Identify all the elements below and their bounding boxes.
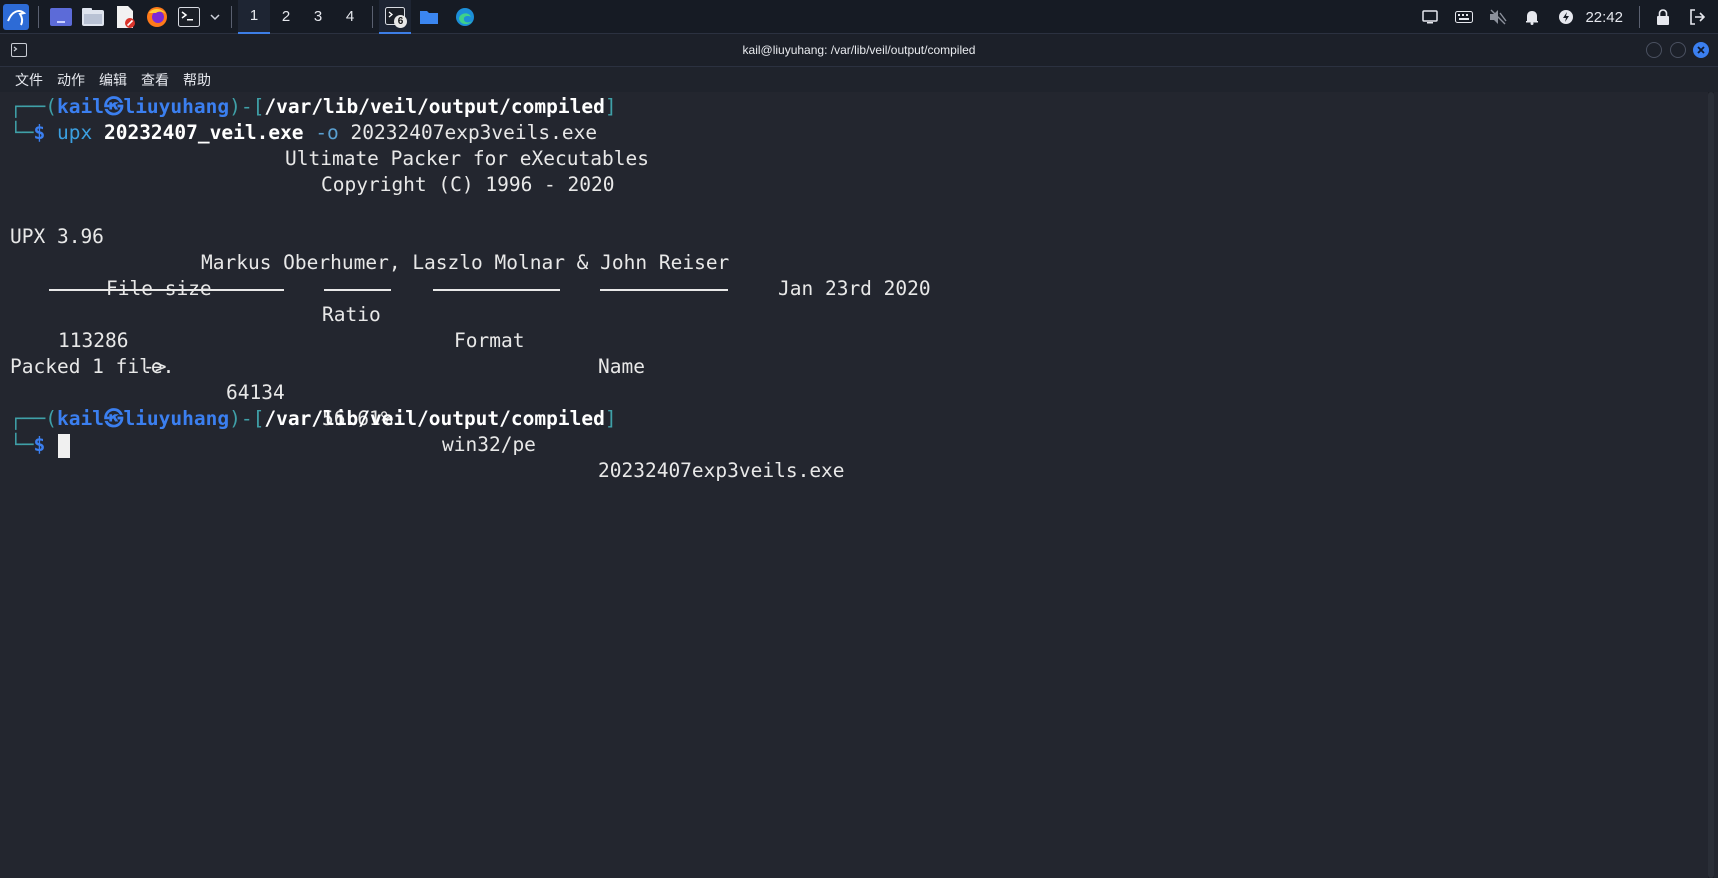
menu-edit[interactable]: 编辑 xyxy=(99,70,127,90)
command-name: upx xyxy=(56,121,93,144)
taskbar-separator xyxy=(38,5,39,28)
prompt-decoration: ┌──( xyxy=(10,95,57,118)
prompt-at-symbol: ㉿ xyxy=(103,407,124,430)
table-header-row: File size Ratio Format Name xyxy=(10,250,1710,378)
notifications-bell-icon[interactable] xyxy=(1515,0,1549,34)
clock[interactable]: 22:42 xyxy=(1585,9,1623,26)
workspace-4[interactable]: 4 xyxy=(334,0,366,34)
table-header-underline xyxy=(600,289,728,291)
command-line: └─$ upx 20232407_veil.exe -o 20232407exp… xyxy=(10,120,597,146)
logout-icon[interactable] xyxy=(1680,0,1714,34)
task-terminal[interactable]: 6 xyxy=(379,0,411,34)
taskbar-separator xyxy=(1639,6,1640,28)
prompt-corner: └─ xyxy=(10,121,34,144)
command-option: -o xyxy=(315,121,339,144)
prompt-path: /var/lib/veil/output/compiled xyxy=(264,95,605,118)
table-header-underline xyxy=(433,289,560,291)
menu-bar: 文件 动作 编辑 查看 帮助 xyxy=(0,67,1718,92)
table-header-underline xyxy=(324,289,391,291)
power-manager-icon[interactable] xyxy=(1549,0,1583,34)
terminal-launcher-icon[interactable] xyxy=(176,0,202,34)
prompt-decoration: )-[ xyxy=(229,407,265,430)
taskbar-separator xyxy=(231,5,232,28)
close-button[interactable] xyxy=(1693,42,1709,58)
menu-file[interactable]: 文件 xyxy=(15,70,43,90)
taskbar: 1 2 3 4 6 22:42 xyxy=(0,0,1718,34)
menu-actions[interactable]: 动作 xyxy=(57,70,85,90)
display-icon[interactable] xyxy=(1413,0,1447,34)
menu-view[interactable]: 查看 xyxy=(141,70,169,90)
result-message: Packed 1 file. xyxy=(10,355,175,378)
close-icon xyxy=(1697,46,1705,54)
system-tray: 22:42 xyxy=(1413,0,1718,34)
prompt-at-symbol: ㉿ xyxy=(103,95,124,118)
prompt-line: ┌──(kail㉿liuyuhang)-[/var/lib/veil/outpu… xyxy=(10,406,617,432)
prompt-decoration: ] xyxy=(604,407,617,430)
command-input-file: 20232407_veil.exe xyxy=(103,121,304,144)
command-output-file: 20232407exp3veils.exe xyxy=(350,121,598,144)
table-header-format: Format xyxy=(454,329,525,352)
text-cursor xyxy=(58,434,70,458)
prompt-decoration: )-[ xyxy=(229,95,265,118)
workspace-1[interactable]: 1 xyxy=(238,0,270,34)
edge-icon xyxy=(456,7,474,26)
executable-format: win32/pe xyxy=(442,433,536,456)
prompt-corner: └─ xyxy=(10,433,34,456)
volume-muted-icon[interactable] xyxy=(1481,0,1515,34)
prompt-path: /var/lib/veil/output/compiled xyxy=(264,407,605,430)
workspace-switcher-icon[interactable] xyxy=(48,0,74,34)
terminal-count-badge: 6 xyxy=(394,14,407,28)
packed-size: 64134 xyxy=(226,381,285,404)
prompt-user: kail xyxy=(56,95,104,118)
folder-icon xyxy=(420,10,438,24)
banner-line-1: Ultimate Packer for eXecutables xyxy=(285,147,649,170)
table-row: 113286 -> 64134 56.61% win32/pe 20232407… xyxy=(10,302,1710,482)
keyboard-icon[interactable] xyxy=(1447,0,1481,34)
taskbar-separator xyxy=(372,5,373,28)
prompt-decoration: ┌──( xyxy=(10,407,57,430)
task-edge-browser[interactable] xyxy=(450,0,480,34)
lock-screen-icon[interactable] xyxy=(1646,0,1680,34)
chevron-down-icon[interactable] xyxy=(208,0,222,34)
banner-line-2: Copyright (C) 1996 - 2020 xyxy=(321,173,615,196)
window-titlebar[interactable]: kail@liuyuhang: /var/lib/veil/output/com… xyxy=(0,34,1718,67)
prompt-host: liuyuhang xyxy=(123,95,230,118)
upx-release-date: Jan 23rd 2020 xyxy=(778,277,931,300)
original-size: 113286 xyxy=(58,329,129,352)
prompt-decoration: ] xyxy=(604,95,617,118)
scrollbar-thumb[interactable] xyxy=(1708,92,1714,878)
text-editor-icon[interactable] xyxy=(112,0,138,34)
packed-file-name: 20232407exp3veils.exe xyxy=(598,459,845,482)
prompt-user: kail xyxy=(56,407,104,430)
file-manager-icon[interactable] xyxy=(80,0,106,34)
prompt-dollar: $ xyxy=(33,433,46,456)
prompt-line: ┌──(kail㉿liuyuhang)-[/var/lib/veil/outpu… xyxy=(10,94,617,120)
table-header-name: Name xyxy=(598,355,645,378)
minimize-button[interactable] xyxy=(1646,42,1662,58)
firefox-icon[interactable] xyxy=(144,0,170,34)
upx-version: UPX 3.96 xyxy=(10,225,104,248)
banner-line-3: UPX 3.96 Markus Oberhumer, Laszlo Molnar… xyxy=(10,198,1710,300)
kali-menu-icon[interactable] xyxy=(3,0,29,34)
task-file-manager[interactable] xyxy=(414,0,444,34)
window-title: kail@liuyuhang: /var/lib/veil/output/com… xyxy=(742,43,976,57)
workspace-3[interactable]: 3 xyxy=(302,0,334,34)
prompt-host: liuyuhang xyxy=(123,407,230,430)
table-header-underline xyxy=(49,289,284,291)
terminal-output[interactable]: ┌──(kail㉿liuyuhang)-[/var/lib/veil/outpu… xyxy=(0,92,1718,878)
workspace-2[interactable]: 2 xyxy=(270,0,302,34)
input-line[interactable]: └─$ xyxy=(10,432,45,458)
prompt-dollar: $ xyxy=(33,121,46,144)
maximize-button[interactable] xyxy=(1670,42,1686,58)
menu-help[interactable]: 帮助 xyxy=(183,70,211,90)
